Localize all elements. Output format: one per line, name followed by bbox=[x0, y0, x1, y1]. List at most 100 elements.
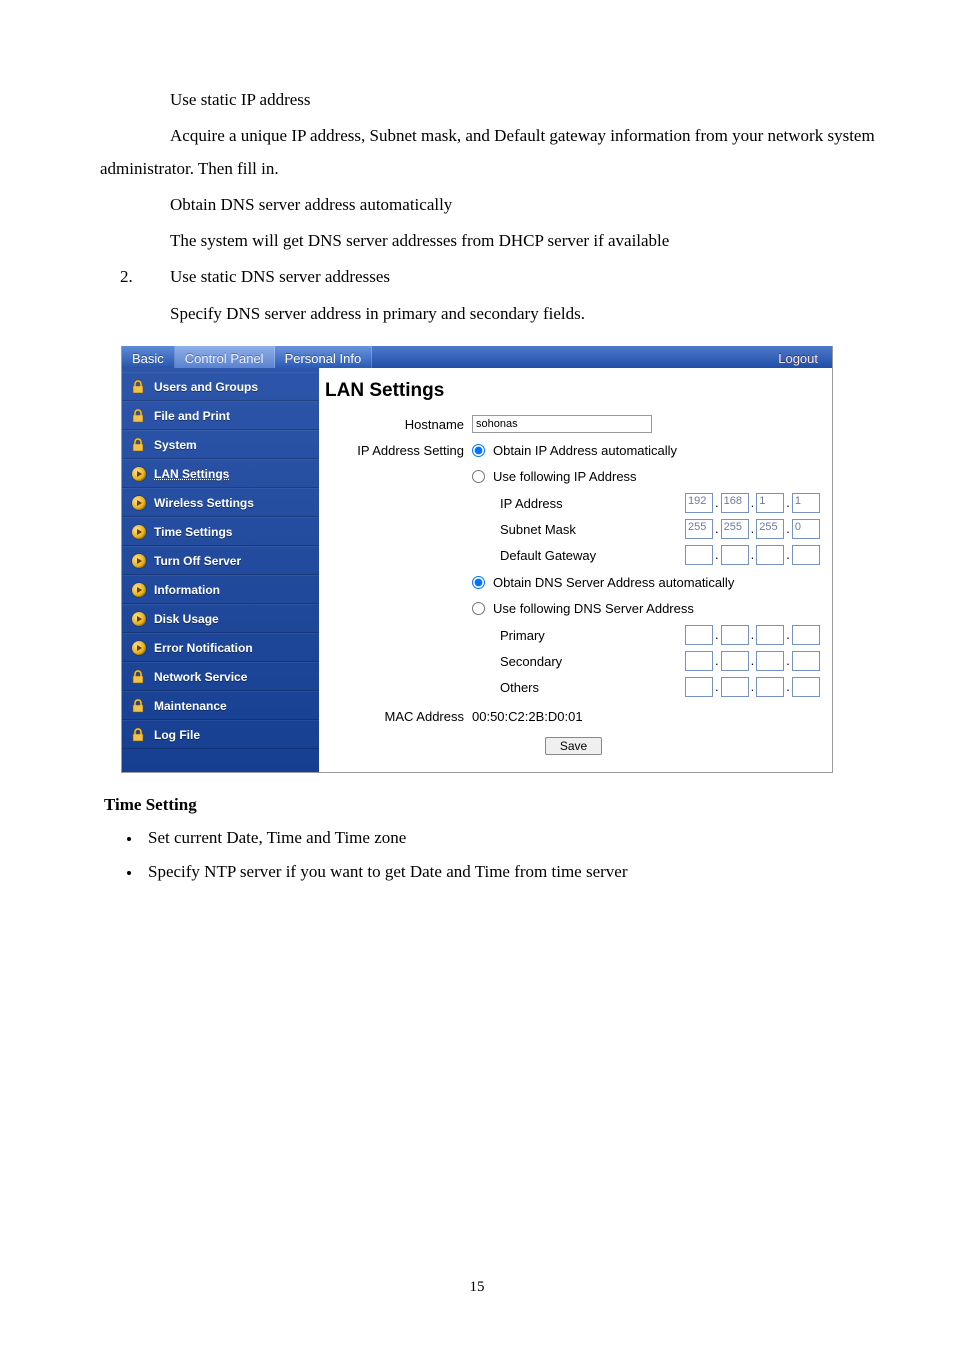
dns-primary-octet-input[interactable] bbox=[756, 625, 784, 645]
hostname-input[interactable] bbox=[472, 415, 652, 433]
ip-octet-input[interactable]: 192 bbox=[685, 493, 713, 513]
sidebar-label: Log File bbox=[154, 728, 200, 742]
dns-primary-octet-input[interactable] bbox=[685, 625, 713, 645]
dns-secondary-label: Secondary bbox=[500, 654, 685, 669]
sidebar-label: Information bbox=[154, 583, 220, 597]
dns-primary-octet-input[interactable] bbox=[721, 625, 749, 645]
text-line: Acquire a unique IP address, Subnet mask… bbox=[70, 120, 884, 185]
document-intro-text: Use static IP address Acquire a unique I… bbox=[70, 84, 884, 330]
ip-octet-input[interactable]: 1 bbox=[792, 493, 820, 513]
dns-secondary-octet-input[interactable] bbox=[721, 651, 749, 671]
page-title: LAN Settings bbox=[325, 380, 822, 402]
sidebar-label: Users and Groups bbox=[154, 380, 258, 394]
dns-primary-octet-input[interactable] bbox=[792, 625, 820, 645]
sidebar-label: Turn Off Server bbox=[154, 554, 241, 568]
ip-address-label: IP Address bbox=[500, 496, 685, 511]
lock-icon bbox=[128, 436, 148, 454]
tab-personal-info[interactable]: Personal Info bbox=[275, 346, 373, 368]
arrow-icon bbox=[132, 583, 146, 597]
ip-static-label: Use following IP Address bbox=[493, 469, 637, 484]
dns-others-label: Others bbox=[500, 680, 685, 695]
sidebar-item-time-settings[interactable]: Time Settings bbox=[122, 517, 319, 546]
section-heading: Time Setting bbox=[104, 795, 884, 815]
text-span: Acquire a unique IP address, Subnet mask… bbox=[100, 120, 884, 185]
list-number: 2. bbox=[70, 261, 164, 293]
sidebar-item-users-and-groups[interactable]: Users and Groups bbox=[122, 372, 319, 401]
mac-value: 00:50:C2:2B:D0:01 bbox=[472, 709, 822, 724]
subnet-octet-input[interactable]: 255 bbox=[685, 519, 713, 539]
sidebar-label: System bbox=[154, 438, 197, 452]
ip-octet-input[interactable]: 1 bbox=[756, 493, 784, 513]
logout-link[interactable]: Logout bbox=[764, 346, 832, 368]
dns-secondary-octet-input[interactable] bbox=[756, 651, 784, 671]
text-line: Obtain DNS server address automatically bbox=[70, 189, 884, 221]
page-number: 15 bbox=[0, 1279, 954, 1296]
text-line: Specify DNS server address in primary an… bbox=[70, 298, 884, 330]
dns-others-octet-input[interactable] bbox=[756, 677, 784, 697]
sidebar-item-turn-off-server[interactable]: Turn Off Server bbox=[122, 546, 319, 575]
dns-primary-label: Primary bbox=[500, 628, 685, 643]
tab-basic[interactable]: Basic bbox=[122, 346, 175, 368]
lock-icon bbox=[128, 407, 148, 425]
gateway-octet-input[interactable] bbox=[721, 545, 749, 565]
subnet-octet-input[interactable]: 255 bbox=[721, 519, 749, 539]
sidebar-item-wireless-settings[interactable]: Wireless Settings bbox=[122, 488, 319, 517]
tab-spacer bbox=[372, 346, 764, 368]
arrow-icon bbox=[132, 467, 146, 481]
ip-octet-input[interactable]: 168 bbox=[721, 493, 749, 513]
lock-icon bbox=[128, 668, 148, 686]
sidebar-label: Maintenance bbox=[154, 699, 227, 713]
dns-others-octet-input[interactable] bbox=[792, 677, 820, 697]
tab-bar: Basic Control Panel Personal Info Logout bbox=[122, 346, 832, 368]
sidebar-item-error-notification[interactable]: Error Notification bbox=[122, 633, 319, 662]
sidebar-item-lan-settings[interactable]: LAN Settings bbox=[122, 459, 319, 488]
subnet-octet-input[interactable]: 0 bbox=[792, 519, 820, 539]
ip-static-radio[interactable] bbox=[472, 470, 485, 483]
numbered-line: 2. Use static DNS server addresses bbox=[70, 261, 884, 293]
sidebar-item-file-and-print[interactable]: File and Print bbox=[122, 401, 319, 430]
dns-auto-label: Obtain DNS Server Address automatically bbox=[493, 575, 734, 590]
sidebar-item-network-service[interactable]: Network Service bbox=[122, 662, 319, 691]
gateway-octet-input[interactable] bbox=[756, 545, 784, 565]
lock-icon bbox=[128, 378, 148, 396]
sidebar-label: Network Service bbox=[154, 670, 247, 684]
text-span: Use static DNS server addresses bbox=[164, 261, 884, 293]
sidebar-item-log-file[interactable]: Log File bbox=[122, 720, 319, 749]
bullet-item: Set current Date, Time and Time zone bbox=[142, 821, 884, 855]
arrow-icon bbox=[132, 612, 146, 626]
sidebar-item-maintenance[interactable]: Maintenance bbox=[122, 691, 319, 720]
arrow-icon bbox=[132, 641, 146, 655]
gateway-octet-input[interactable] bbox=[685, 545, 713, 565]
dns-static-radio[interactable] bbox=[472, 602, 485, 615]
ip-setting-label: IP Address Setting bbox=[325, 443, 472, 458]
bullet-item: Specify NTP server if you want to get Da… bbox=[142, 855, 884, 889]
lock-icon bbox=[128, 697, 148, 715]
arrow-icon bbox=[132, 496, 146, 510]
document-after-text: Time Setting Set current Date, Time and … bbox=[70, 795, 884, 889]
sidebar-label: Disk Usage bbox=[154, 612, 219, 626]
sidebar-item-system[interactable]: System bbox=[122, 430, 319, 459]
subnet-label: Subnet Mask bbox=[500, 522, 685, 537]
ip-auto-label: Obtain IP Address automatically bbox=[493, 443, 677, 458]
sidebar-label: Time Settings bbox=[154, 525, 232, 539]
subnet-octet-input[interactable]: 255 bbox=[756, 519, 784, 539]
admin-panel: Basic Control Panel Personal Info Logout… bbox=[121, 346, 833, 773]
dns-others-octet-input[interactable] bbox=[721, 677, 749, 697]
dns-others-octet-input[interactable] bbox=[685, 677, 713, 697]
mac-label: MAC Address bbox=[325, 709, 472, 724]
save-button[interactable]: Save bbox=[545, 737, 602, 755]
dns-secondary-octet-input[interactable] bbox=[792, 651, 820, 671]
tab-control-panel[interactable]: Control Panel bbox=[175, 346, 275, 368]
dns-auto-radio[interactable] bbox=[472, 576, 485, 589]
gateway-octet-input[interactable] bbox=[792, 545, 820, 565]
dns-static-label: Use following DNS Server Address bbox=[493, 601, 694, 616]
content-pane: LAN Settings Hostname IP Address Setting… bbox=[319, 368, 832, 772]
sidebar-label: Error Notification bbox=[154, 641, 253, 655]
hostname-label: Hostname bbox=[325, 417, 472, 432]
dns-secondary-octet-input[interactable] bbox=[685, 651, 713, 671]
sidebar-item-information[interactable]: Information bbox=[122, 575, 319, 604]
ip-auto-radio[interactable] bbox=[472, 444, 485, 457]
sidebar-label: File and Print bbox=[154, 409, 230, 423]
sidebar-item-disk-usage[interactable]: Disk Usage bbox=[122, 604, 319, 633]
lock-icon bbox=[128, 726, 148, 744]
